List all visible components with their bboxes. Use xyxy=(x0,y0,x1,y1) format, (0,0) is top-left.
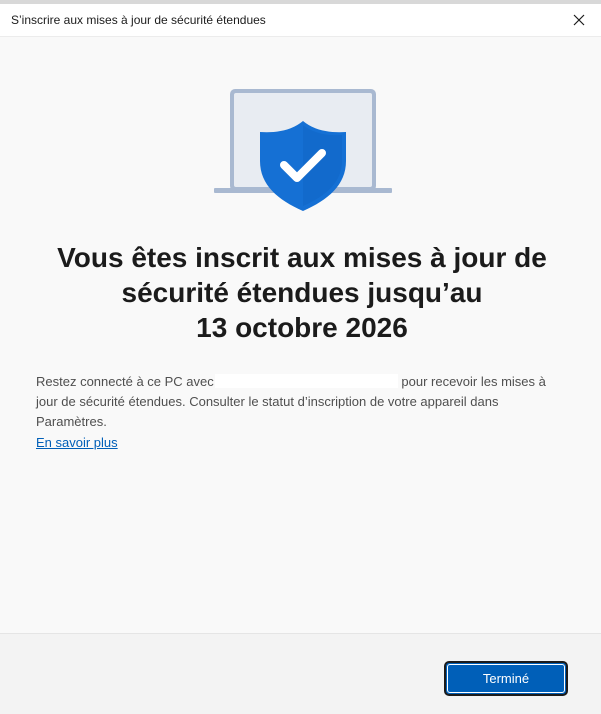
heading-line-1: Vous êtes inscrit aux mises à jour de xyxy=(57,242,547,273)
redacted-account xyxy=(214,374,398,388)
close-icon xyxy=(573,14,585,26)
done-button-label: Terminé xyxy=(447,664,565,693)
close-button[interactable] xyxy=(557,4,601,36)
confirmation-heading: Vous êtes inscrit aux mises à jour de sé… xyxy=(40,240,564,345)
heading-line-3: 13 octobre 2026 xyxy=(196,312,408,343)
window-title: S’inscrire aux mises à jour de sécurité … xyxy=(11,13,266,27)
laptop-shield-check-icon xyxy=(214,89,392,211)
learn-more-link[interactable]: En savoir plus xyxy=(36,433,118,453)
done-button[interactable]: Terminé xyxy=(444,661,568,696)
title-bar: S’inscrire aux mises à jour de sécurité … xyxy=(0,4,601,37)
description-part-1: Restez connecté à ce PC avec xyxy=(36,374,214,389)
description-text: Restez connecté à ce PC avec pour recevo… xyxy=(36,372,566,432)
heading-line-2: sécurité étendues jusqu’au xyxy=(121,277,483,308)
